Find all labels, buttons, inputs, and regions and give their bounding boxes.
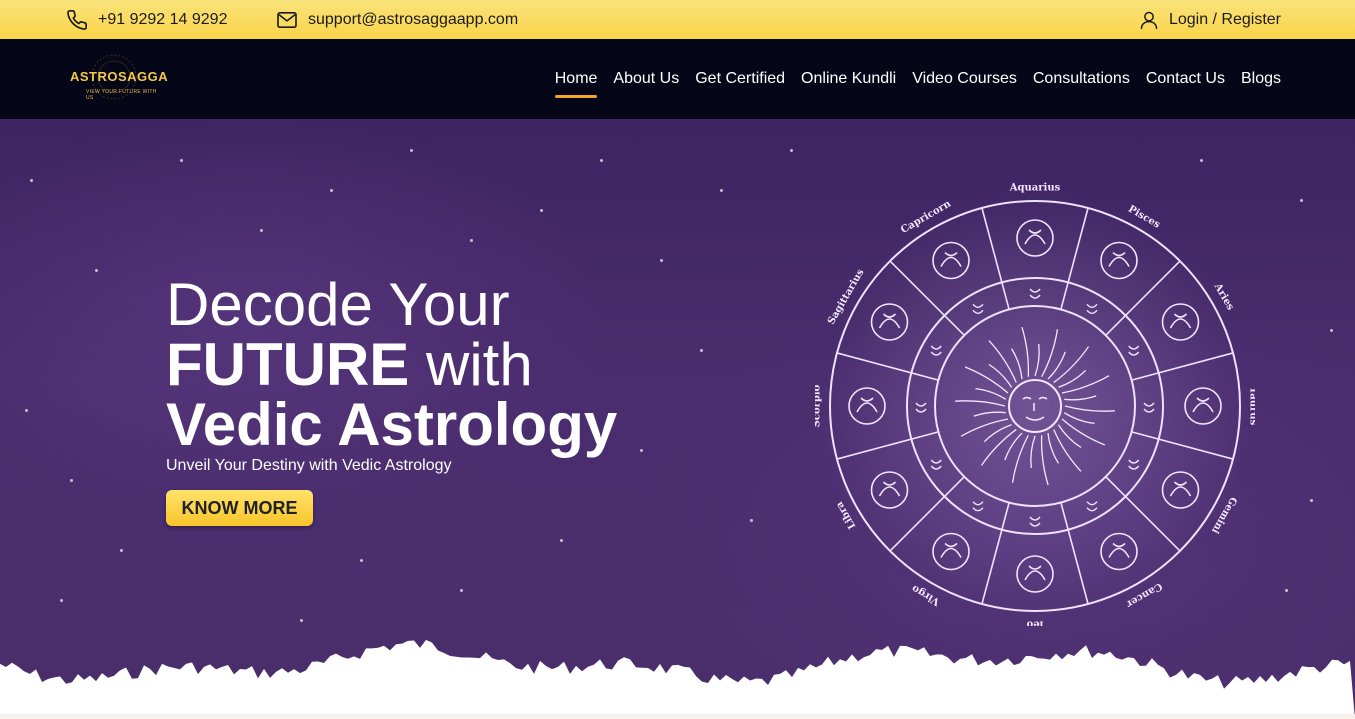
astrosagga-logo[interactable]: ASTROSAGGA VIEW YOUR FUTURE WITH US (66, 47, 168, 109)
zodiac-label-taurus: Taurus (1248, 387, 1256, 426)
phone-number[interactable]: +91 9292 14 9292 (98, 11, 227, 29)
torn-paper-divider (0, 639, 1355, 714)
hero-heading-line1: Decode Your (166, 271, 510, 338)
nav-about-us[interactable]: About Us (613, 66, 679, 92)
mail-icon (276, 11, 298, 29)
zodiac-label-aquarius: Aquarius (1009, 183, 1061, 194)
primary-nav: Home About Us Get Certified Online Kundl… (554, 39, 1281, 119)
main-navbar: ASTROSAGGA VIEW YOUR FUTURE WITH US Home… (0, 39, 1355, 119)
login-register-label[interactable]: Login / Register (1169, 11, 1281, 29)
nav-get-certified[interactable]: Get Certified (695, 66, 785, 92)
user-icon (1139, 10, 1159, 30)
nav-online-kundli[interactable]: Online Kundli (801, 66, 896, 92)
nav-home[interactable]: Home (554, 66, 597, 98)
logo-tagline: VIEW YOUR FUTURE WITH US (86, 89, 157, 101)
login-register-link[interactable]: Login / Register (1139, 0, 1281, 39)
hero-banner: Decode Your FUTURE with Vedic Astrology … (0, 119, 1355, 714)
email-address[interactable]: support@astrosaggaapp.com (308, 11, 518, 29)
nav-video-courses[interactable]: Video Courses (912, 66, 1017, 92)
email-contact[interactable]: support@astrosaggaapp.com (276, 0, 518, 39)
page-bottom-strip (0, 714, 1355, 719)
zodiac-wheel-illustration: AquariusPiscesAriesTaurusGeminiCancerleo… (815, 183, 1256, 627)
phone-icon (66, 9, 88, 31)
hero-heading-future: FUTURE (166, 331, 410, 398)
nav-contact-us[interactable]: Contact Us (1146, 66, 1225, 92)
logo-wordmark: ASTROSAGGA (70, 69, 169, 84)
nav-blogs[interactable]: Blogs (1241, 66, 1281, 92)
know-more-button[interactable]: KNOW MORE (166, 490, 313, 526)
hero-heading: Decode Your FUTURE with Vedic Astrology (166, 275, 617, 455)
nav-consultations[interactable]: Consultations (1033, 66, 1130, 92)
hero-subtitle: Unveil Your Destiny with Vedic Astrology (166, 457, 452, 474)
zodiac-label-scorpio: Scorpio (815, 384, 823, 427)
hero-heading-line3: Vedic Astrology (166, 391, 618, 458)
contact-bar: +91 9292 14 9292 support@astrosaggaapp.c… (0, 0, 1355, 39)
phone-contact[interactable]: +91 9292 14 9292 (66, 0, 227, 39)
hero-heading-with: with (409, 331, 533, 398)
